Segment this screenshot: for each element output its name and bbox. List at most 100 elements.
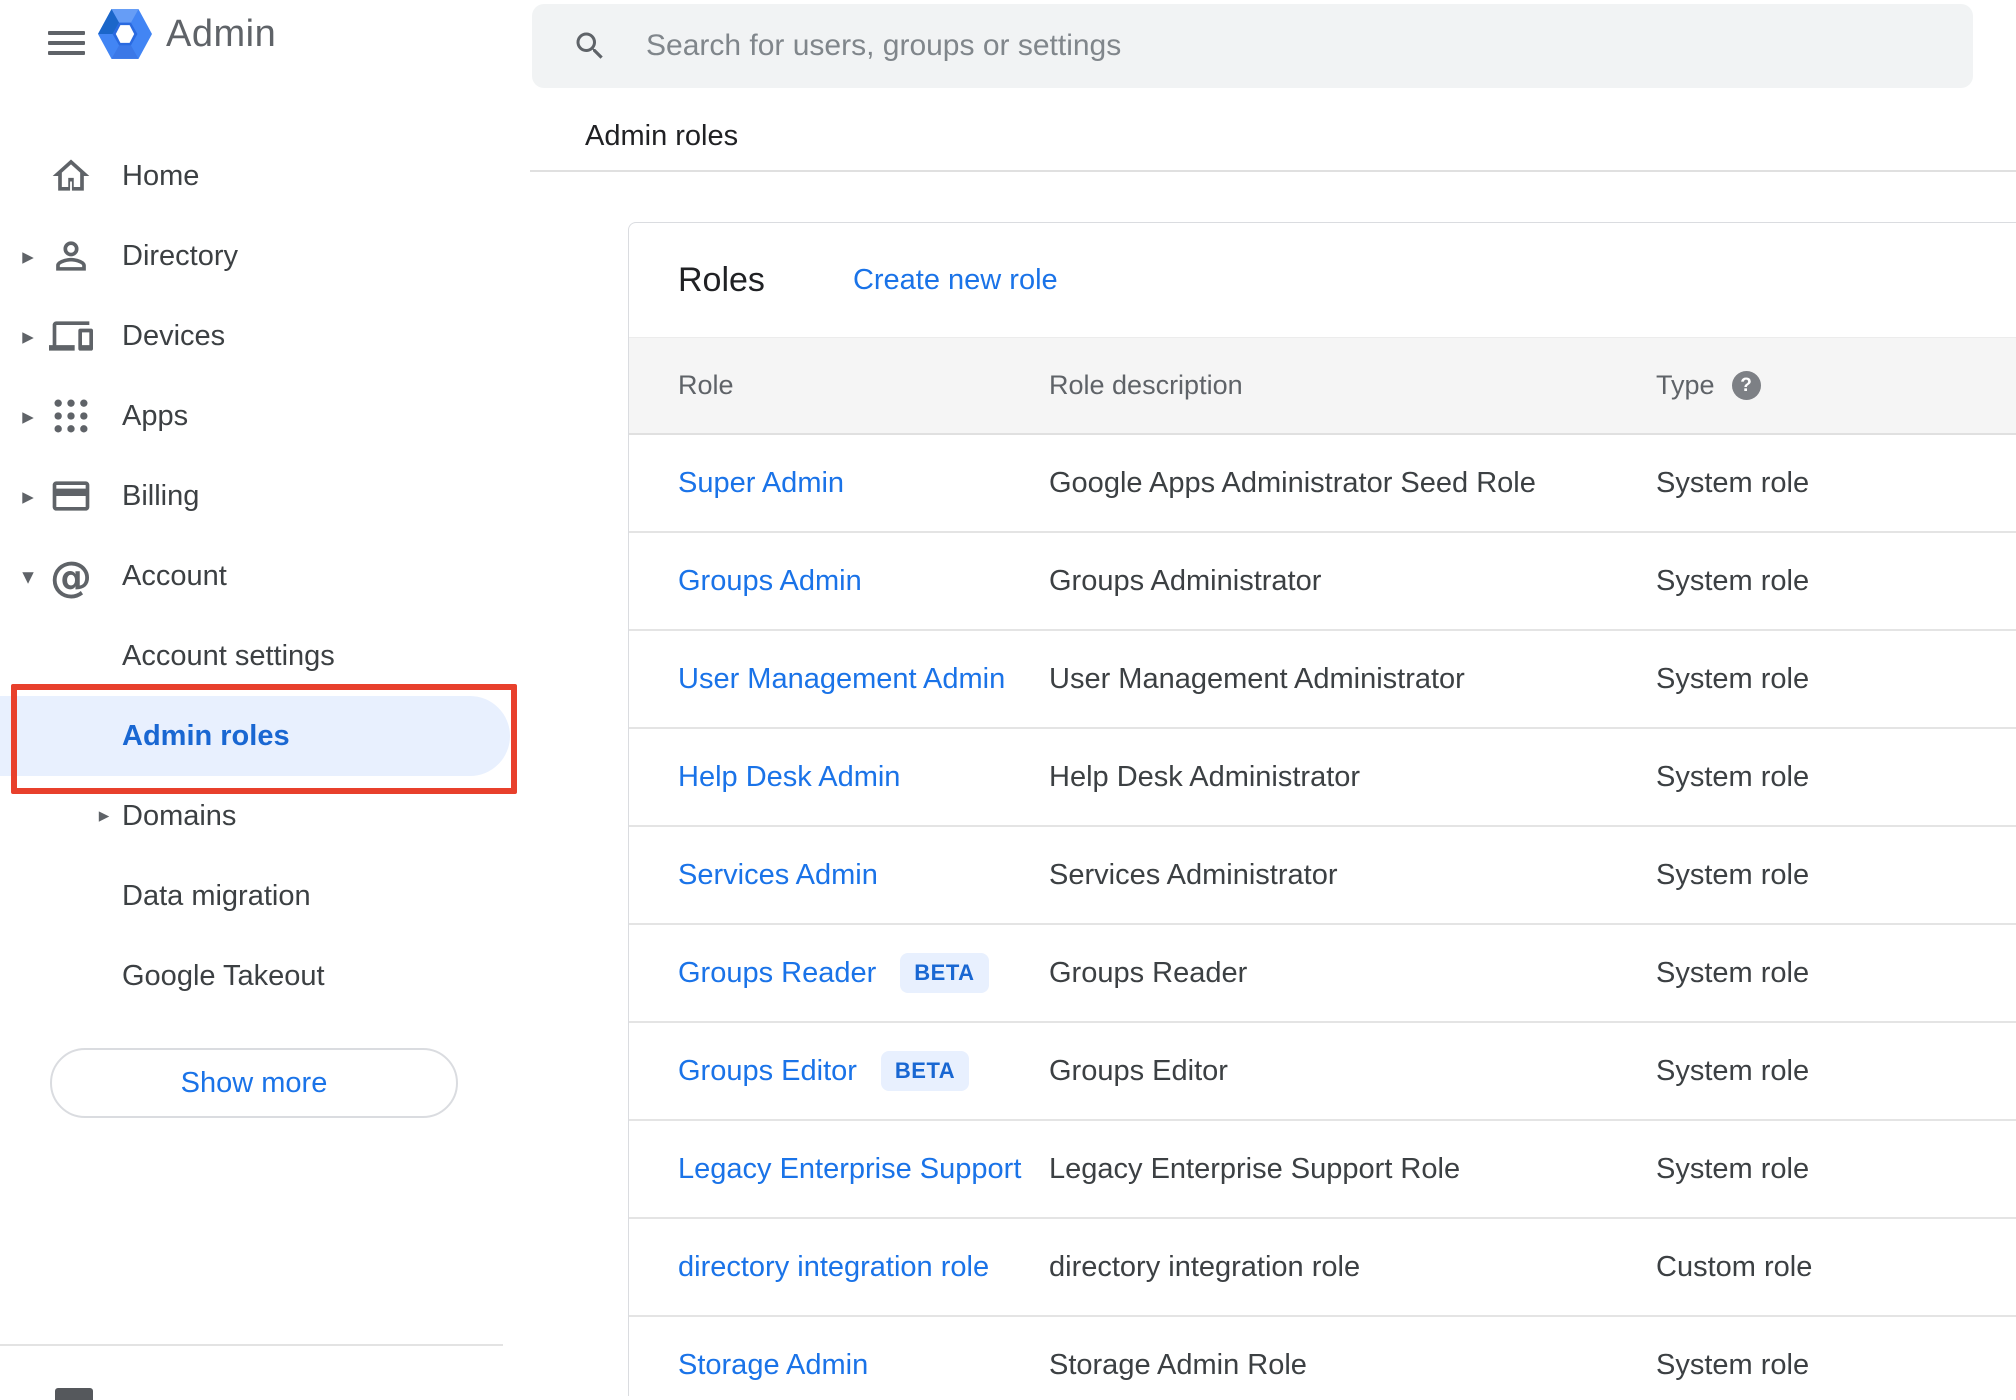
sidebar-item-billing[interactable]: ▸ Billing — [0, 456, 530, 536]
app-bar-left: Admin — [0, 0, 530, 92]
table-row: Super Admin Google Apps Administrator Se… — [629, 435, 2016, 533]
role-description: directory integration role — [1049, 1250, 1361, 1283]
sidebar-nav: Home ▸ Directory ▸ Devices ▸ Apps ▸ Billing ▾ @ Acc… — [0, 136, 530, 1016]
role-cell: Super Admin — [678, 467, 1049, 500]
card-icon — [48, 473, 94, 519]
role-link[interactable]: Storage Admin — [678, 1349, 868, 1382]
role-description: Groups Reader — [1049, 956, 1248, 989]
role-description: Storage Admin Role — [1049, 1348, 1307, 1381]
role-link[interactable]: Services Admin — [678, 859, 878, 892]
sidebar-item-home[interactable]: Home — [0, 136, 530, 216]
chevron-right-icon[interactable]: ▸ — [16, 376, 40, 456]
table-row: Storage Admin Storage Admin Role System … — [629, 1317, 2016, 1396]
role-cell: User Management Admin — [678, 663, 1049, 696]
beta-badge: BETA — [880, 1051, 970, 1091]
app-title: Admin — [166, 12, 277, 55]
person-icon — [48, 233, 94, 279]
sidebar-divider — [0, 1344, 503, 1346]
role-type: System role — [1656, 760, 1810, 793]
sidebar-item-label: Apps — [122, 399, 189, 432]
table-row: Groups Reader BETA Groups Reader System … — [629, 925, 2016, 1023]
main-content: Search for users, groups or settings Adm… — [530, 0, 2016, 1396]
chevron-down-icon[interactable]: ▾ — [16, 536, 40, 616]
sidebar-item-apps[interactable]: ▸ Apps — [0, 376, 530, 456]
sidebar-item-label: Google Takeout — [122, 959, 325, 992]
role-description: Groups Administrator — [1049, 564, 1322, 597]
sidebar-item-label: Account — [122, 559, 227, 592]
search-bar[interactable]: Search for users, groups or settings — [532, 4, 1973, 88]
chevron-right-icon[interactable]: ▸ — [92, 776, 116, 856]
search-placeholder: Search for users, groups or settings — [646, 29, 1122, 62]
admin-hexagon-icon — [98, 9, 152, 59]
chevron-right-icon[interactable]: ▸ — [16, 456, 40, 536]
role-link[interactable]: Groups Reader — [678, 957, 876, 990]
sidebar-item-label: Directory — [122, 239, 239, 272]
sidebar-item-account-settings[interactable]: Account settings — [0, 616, 530, 696]
sidebar-item-devices[interactable]: ▸ Devices — [0, 296, 530, 376]
sidebar-item-directory[interactable]: ▸ Directory — [0, 216, 530, 296]
search-icon — [576, 32, 603, 59]
sidebar-item-label: Domains — [122, 799, 237, 832]
breadcrumb-divider — [530, 170, 2016, 172]
role-description: Services Administrator — [1049, 858, 1338, 891]
role-type: System role — [1656, 1152, 1810, 1185]
breadcrumb: Admin roles — [585, 120, 739, 152]
role-cell: Groups Editor BETA — [678, 1051, 1049, 1091]
admin-logo: Admin — [98, 6, 276, 62]
role-link[interactable]: Legacy Enterprise Support — [678, 1153, 1021, 1186]
role-cell: Legacy Enterprise Support — [678, 1153, 1049, 1186]
sidebar-item-google-takeout[interactable]: Google Takeout — [0, 936, 530, 1016]
role-link[interactable]: Groups Admin — [678, 565, 862, 598]
sidebar-item-label: Devices — [122, 319, 226, 352]
sidebar-item-label: Data migration — [122, 879, 311, 912]
role-description: Legacy Enterprise Support Role — [1049, 1152, 1461, 1185]
table-row: Legacy Enterprise Support Legacy Enterpr… — [629, 1121, 2016, 1219]
column-header-role: Role — [678, 370, 734, 400]
at-icon: @ — [50, 551, 92, 601]
chevron-right-icon[interactable]: ▸ — [16, 296, 40, 376]
role-link[interactable]: Help Desk Admin — [678, 761, 900, 794]
table-row: directory integration role directory int… — [629, 1219, 2016, 1317]
role-type: System role — [1656, 466, 1810, 499]
role-link[interactable]: User Management Admin — [678, 663, 1005, 696]
table-row: Services Admin Services Administrator Sy… — [629, 827, 2016, 925]
table-row: Groups Editor BETA Groups Editor System … — [629, 1023, 2016, 1121]
sidebar-item-admin-roles[interactable]: Admin roles — [0, 696, 510, 776]
sidebar-item-data-migration[interactable]: Data migration — [0, 856, 530, 936]
sidebar-item-account[interactable]: ▾ @ Account — [0, 536, 530, 616]
table-body: Super Admin Google Apps Administrator Se… — [629, 435, 2016, 1396]
role-type: System role — [1656, 1348, 1810, 1381]
table-header-row: Role Role description Type ? — [629, 337, 2016, 435]
apps-icon — [48, 393, 94, 439]
roles-card: Roles Create new role Role Role descript… — [628, 222, 2016, 1396]
role-cell: Help Desk Admin — [678, 761, 1049, 794]
sidebar-item-label: Account settings — [122, 639, 335, 672]
roles-title: Roles — [678, 260, 765, 299]
role-link[interactable]: Super Admin — [678, 467, 844, 500]
role-cell: Groups Reader BETA — [678, 953, 1049, 993]
sidebar-item-label: Billing — [122, 479, 200, 512]
role-type: System role — [1656, 662, 1810, 695]
role-type: System role — [1656, 564, 1810, 597]
role-cell: Services Admin — [678, 859, 1049, 892]
help-icon[interactable]: ? — [1731, 371, 1761, 400]
chevron-right-icon[interactable]: ▸ — [16, 216, 40, 296]
sidebar-item-label: Admin roles — [122, 719, 290, 752]
role-description: Help Desk Administrator — [1049, 760, 1361, 793]
role-link[interactable]: Groups Editor — [678, 1055, 857, 1088]
role-cell: Storage Admin — [678, 1349, 1049, 1382]
role-cell: directory integration role — [678, 1251, 1049, 1284]
hamburger-menu-icon[interactable] — [48, 26, 92, 66]
show-more-button[interactable]: Show more — [50, 1048, 458, 1118]
sidebar-item-label: Home — [122, 159, 200, 192]
card-header: Roles Create new role — [629, 223, 2016, 337]
devices-icon — [48, 313, 94, 359]
sidebar-item-domains[interactable]: ▸ Domains — [0, 776, 530, 856]
column-header-role-description: Role description — [1049, 370, 1243, 400]
table-row: Help Desk Admin Help Desk Administrator … — [629, 729, 2016, 827]
role-link[interactable]: directory integration role — [678, 1251, 989, 1284]
create-new-role-link[interactable]: Create new role — [853, 264, 1058, 297]
sidebar: Admin Home ▸ Directory ▸ Devices ▸ Apps ▸ Billin… — [0, 0, 530, 1400]
role-type: System role — [1656, 1054, 1810, 1087]
role-cell: Groups Admin — [678, 565, 1049, 598]
